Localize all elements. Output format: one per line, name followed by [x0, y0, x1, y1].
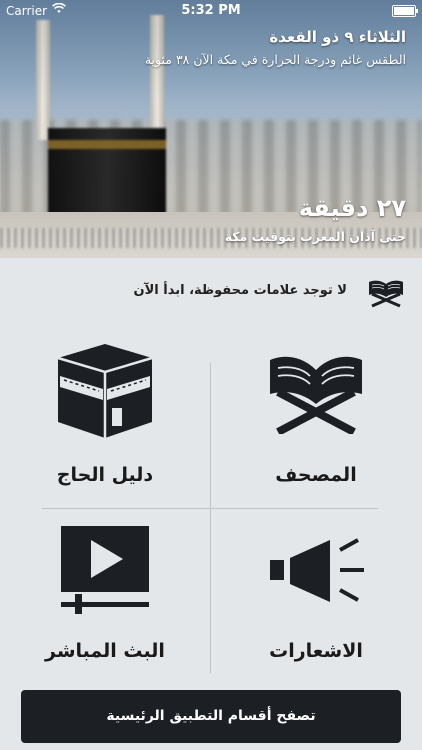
speaker-icon: [264, 536, 368, 610]
hijri-date: الثلاثاء ٩ ذو القعدة: [269, 28, 406, 46]
grid-divider-horizontal: [42, 508, 378, 509]
mushaf-button[interactable]: المصحف: [211, 330, 421, 500]
hajj-guide-button[interactable]: دليل الحاج: [0, 330, 210, 500]
mushaf-label: المصحف: [275, 464, 357, 486]
video-play-icon: [57, 524, 153, 620]
bookmarks-row[interactable]: لا توجد علامات محفوظة، ابدأ الآن: [0, 258, 422, 328]
notifications-button[interactable]: الاشعارات: [211, 510, 421, 680]
clock: 5:32 PM: [181, 3, 241, 18]
kaaba-icon: [54, 340, 156, 446]
quran-stand-icon: [366, 276, 406, 308]
bookmarks-label: لا توجد علامات محفوظة، ابدأ الآن: [133, 283, 348, 298]
battery-icon: [392, 5, 418, 17]
status-bar: Carrier 5:32 PM: [0, 0, 422, 22]
hajj-guide-label: دليل الحاج: [56, 464, 154, 486]
weather-text: الطقس غائم ودرجة الحرارة في مكة الآن ٣٨ …: [144, 52, 406, 67]
prayer-countdown-caption: حتى آذان المغرب بتوقيت مكة: [224, 229, 406, 244]
browse-sections-button[interactable]: تصفح أقسام التطبيق الرئيسية: [21, 690, 401, 743]
live-stream-label: البث المباشر: [45, 640, 165, 662]
prayer-countdown: ٢٧ دقيقة: [298, 194, 406, 222]
live-stream-button[interactable]: البث المباشر: [0, 510, 210, 680]
main-menu-grid: دليل الحاج المصحف البث المباشر الاشعارات: [0, 330, 422, 680]
quran-book-icon: [266, 348, 366, 438]
notifications-label: الاشعارات: [269, 640, 363, 662]
